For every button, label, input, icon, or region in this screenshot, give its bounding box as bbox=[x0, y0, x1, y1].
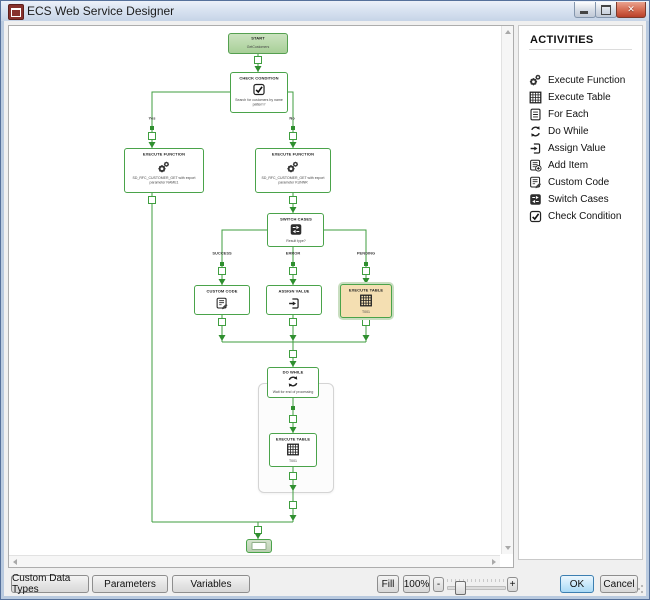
custom-data-types-button[interactable]: Custom Data Types bbox=[11, 575, 89, 593]
for-each-list-icon bbox=[529, 108, 542, 121]
branch-label-error: ERROR bbox=[286, 251, 300, 256]
branch-label-no: No bbox=[289, 116, 294, 121]
branch-label-yes: Yes bbox=[149, 116, 156, 121]
node-subtitle: T001 bbox=[341, 310, 391, 315]
node-title: DO WHILE bbox=[268, 370, 318, 375]
node-title: START bbox=[229, 36, 287, 41]
activity-do-while[interactable]: Do While bbox=[529, 123, 589, 139]
activities-header: ACTIVITIES bbox=[530, 34, 594, 46]
activity-add-item[interactable]: Add Item bbox=[529, 157, 588, 173]
loop-arrows-icon bbox=[529, 125, 542, 138]
node-title: CHECK CONDITION bbox=[231, 76, 287, 81]
scroll-down-icon[interactable] bbox=[505, 546, 511, 550]
divider bbox=[529, 49, 632, 50]
activity-check-condition[interactable]: Check Condition bbox=[529, 208, 621, 224]
wire-lines bbox=[152, 54, 366, 539]
parameters-button[interactable]: Parameters bbox=[92, 575, 168, 593]
node-subtitle: GetCustomers bbox=[229, 45, 287, 50]
node-do-while[interactable]: DO WHILE Wait for end of processing bbox=[267, 367, 319, 398]
zoom-out-button[interactable]: - bbox=[433, 577, 444, 592]
gears-icon bbox=[158, 161, 171, 174]
node-subtitle: Result type? bbox=[268, 239, 323, 244]
node-subtitle: T001 bbox=[270, 459, 316, 464]
activity-custom-code[interactable]: Custom Code bbox=[529, 174, 609, 190]
node-title: EXECUTE TABLE bbox=[341, 288, 391, 293]
activity-label: Execute Table bbox=[548, 92, 611, 103]
zoom-in-button[interactable]: + bbox=[507, 577, 518, 592]
activity-label: Execute Function bbox=[548, 75, 625, 86]
scroll-up-icon[interactable] bbox=[505, 30, 511, 34]
ok-button[interactable]: OK bbox=[560, 575, 594, 593]
branch-label-pending: PENDING bbox=[357, 251, 375, 256]
activity-label: Add Item bbox=[548, 160, 588, 171]
activity-label: Switch Cases bbox=[548, 194, 609, 205]
add-item-icon bbox=[529, 159, 542, 172]
gears-icon bbox=[529, 74, 542, 87]
activities-panel: ACTIVITIES Execute Function Execute Tabl… bbox=[518, 25, 643, 560]
activity-for-each[interactable]: For Each bbox=[529, 106, 589, 122]
activity-switch-cases[interactable]: Switch Cases bbox=[529, 191, 609, 207]
assign-arrow-icon bbox=[288, 297, 301, 310]
node-switch-cases[interactable]: SWITCH CASES Result type? bbox=[267, 213, 324, 247]
connector-ports[interactable] bbox=[149, 57, 370, 534]
activity-execute-function[interactable]: Execute Function bbox=[529, 72, 625, 88]
branch-label-success: SUCCESS bbox=[212, 251, 231, 256]
node-start[interactable]: START GetCustomers bbox=[228, 33, 288, 54]
node-subtitle: SD_RFC_CUSTOMER_GET with export paramete… bbox=[256, 176, 330, 185]
node-subtitle: Wait for end of processing bbox=[268, 390, 318, 395]
canvas-vertical-scrollbar[interactable] bbox=[501, 26, 513, 554]
activity-label: Custom Code bbox=[548, 177, 609, 188]
node-title: EXECUTE TABLE bbox=[270, 437, 316, 442]
node-execute-function-name1[interactable]: EXECUTE FUNCTION SD_RFC_CUSTOMER_GET wit… bbox=[124, 148, 204, 193]
switch-cases-icon bbox=[529, 193, 542, 206]
resize-grip[interactable] bbox=[634, 584, 644, 594]
activity-label: For Each bbox=[548, 109, 589, 120]
end-icon bbox=[252, 542, 267, 550]
app-window: ECS Web Service Designer ✕ bbox=[0, 0, 650, 600]
node-title: EXECUTE FUNCTION bbox=[256, 152, 330, 157]
scroll-right-icon[interactable] bbox=[492, 559, 496, 565]
table-icon bbox=[287, 443, 300, 456]
gears-icon bbox=[287, 161, 300, 174]
fill-button[interactable]: Fill bbox=[377, 575, 399, 593]
connector-arrowheads bbox=[149, 66, 370, 539]
table-icon bbox=[529, 91, 542, 104]
cancel-button[interactable]: Cancel bbox=[600, 575, 638, 593]
table-icon bbox=[360, 294, 373, 307]
check-condition-icon bbox=[529, 210, 542, 223]
node-title: SWITCH CASES bbox=[268, 217, 323, 222]
node-execute-table-loop[interactable]: EXECUTE TABLE T001 bbox=[269, 433, 317, 467]
node-title: CUSTOM CODE bbox=[195, 289, 249, 294]
activity-label: Do While bbox=[548, 126, 589, 137]
node-assign-value[interactable]: ASSIGN VALUE bbox=[266, 285, 322, 315]
variables-button[interactable]: Variables bbox=[172, 575, 250, 593]
activity-label: Check Condition bbox=[548, 211, 621, 222]
node-subtitle: SD_RFC_CUSTOMER_GET with export paramete… bbox=[125, 176, 203, 185]
custom-code-pencil-icon bbox=[529, 176, 542, 189]
switch-cases-icon bbox=[289, 223, 302, 236]
node-check-condition[interactable]: CHECK CONDITION Search for customers by … bbox=[230, 72, 288, 113]
canvas-horizontal-scrollbar[interactable] bbox=[9, 555, 500, 567]
zoom-level-button[interactable]: 100% bbox=[403, 575, 430, 593]
node-custom-code[interactable]: CUSTOM CODE bbox=[194, 285, 250, 315]
node-execute-function-kunnr[interactable]: EXECUTE FUNCTION SD_RFC_CUSTOMER_GET wit… bbox=[255, 148, 331, 193]
activity-assign-value[interactable]: Assign Value bbox=[529, 140, 606, 156]
activity-execute-table[interactable]: Execute Table bbox=[529, 89, 611, 105]
node-title: ASSIGN VALUE bbox=[267, 289, 321, 294]
node-end[interactable] bbox=[246, 539, 272, 553]
custom-code-pencil-icon bbox=[216, 297, 229, 310]
check-condition-icon bbox=[253, 83, 266, 96]
node-execute-table-pending[interactable]: EXECUTE TABLE T001 bbox=[340, 284, 392, 318]
node-subtitle: Search for customers by name pattern? bbox=[231, 98, 287, 107]
scroll-left-icon[interactable] bbox=[13, 559, 17, 565]
loop-arrows-icon bbox=[287, 375, 300, 388]
activity-label: Assign Value bbox=[548, 143, 606, 154]
assign-arrow-icon bbox=[529, 142, 542, 155]
node-title: EXECUTE FUNCTION bbox=[125, 152, 203, 157]
zoom-slider-thumb[interactable] bbox=[455, 581, 466, 595]
